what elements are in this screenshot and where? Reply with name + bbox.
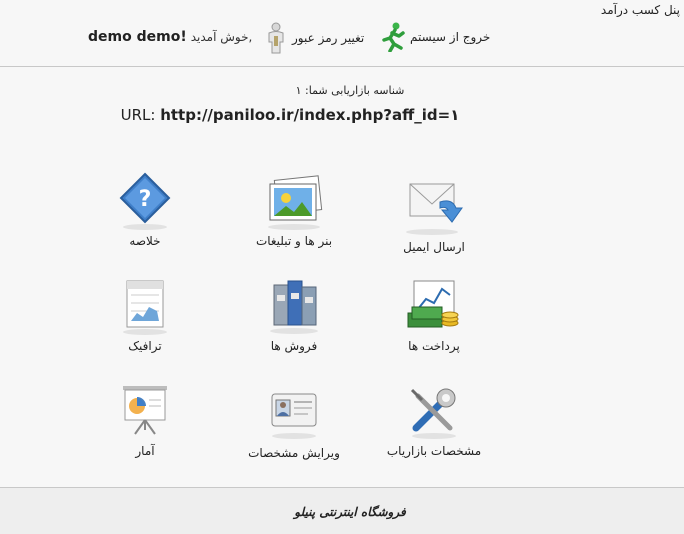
- tile-edit-profile-label: ویرایش مشخصات: [248, 446, 340, 460]
- traffic-icon: [123, 280, 167, 335]
- url-value: http://paniloo.ir/index.php?aff_id=۱: [160, 106, 460, 124]
- user-name: demo demo!: [88, 29, 187, 45]
- tile-traffic-label: ترافیک: [128, 339, 162, 353]
- panel-title: پنل کسب درآمد: [600, 3, 680, 17]
- tile-stats-label: آمار: [135, 444, 155, 458]
- welcome-message: demo demo! خوش آمدید,: [88, 29, 252, 45]
- tile-traffic[interactable]: ترافیک: [75, 277, 215, 353]
- tile-send-email[interactable]: ارسال ایمیل: [364, 178, 504, 254]
- presentation-icon: [123, 386, 167, 435]
- tile-banners[interactable]: بنر ها و تبلیغات: [224, 172, 364, 248]
- welcome-label: خوش آمدید,: [190, 30, 253, 44]
- top-links-bar: خروج از سیستم تغییر رمز عبور demo demo! …: [0, 22, 684, 56]
- tile-edit-profile[interactable]: ویرایش مشخصات: [224, 384, 364, 460]
- help-icon: ?: [119, 172, 171, 230]
- logout-label: خروج از سیستم: [410, 30, 491, 44]
- url-prefix: URL:: [120, 106, 156, 124]
- footer-text: فروشگاه اینترنتی پنیلو: [294, 505, 406, 519]
- tile-payments[interactable]: پرداخت ها: [364, 277, 504, 353]
- header-divider: [0, 66, 684, 67]
- payments-icon: [407, 280, 459, 328]
- tracking-id: شناسه بازاریابی شما: ۱: [295, 84, 405, 97]
- banners-icon: [268, 175, 323, 230]
- tile-affiliate-details-label: مشخصات بازاریاب: [386, 444, 482, 458]
- person-key-icon: [268, 22, 284, 54]
- id-card-icon: [271, 393, 317, 439]
- change-password-label: تغییر رمز عبور: [292, 31, 365, 45]
- svg-text:?: ?: [139, 187, 152, 212]
- tile-sales[interactable]: فروش ها: [224, 277, 364, 353]
- tile-sales-label: فروش ها: [270, 339, 318, 353]
- tools-icon: [410, 388, 456, 439]
- change-password-link[interactable]: تغییر رمز عبور: [264, 22, 364, 54]
- tile-summary-label: خلاصه: [129, 234, 161, 248]
- tile-summary[interactable]: ? خلاصه: [75, 172, 215, 248]
- running-man-icon: [382, 22, 405, 52]
- tile-stats[interactable]: آمار: [75, 382, 215, 458]
- email-icon: [406, 183, 463, 235]
- sales-icon: [270, 280, 318, 334]
- tile-payments-label: پرداخت ها: [408, 339, 460, 353]
- tile-banners-label: بنر ها و تبلیغات: [255, 234, 333, 248]
- logout-link[interactable]: خروج از سیستم: [380, 22, 490, 52]
- tile-affiliate-details[interactable]: مشخصات بازاریاب: [364, 382, 504, 458]
- tile-send-email-label: ارسال ایمیل: [403, 240, 465, 254]
- affiliate-url: URL: http://paniloo.ir/index.php?aff_id=…: [0, 106, 580, 124]
